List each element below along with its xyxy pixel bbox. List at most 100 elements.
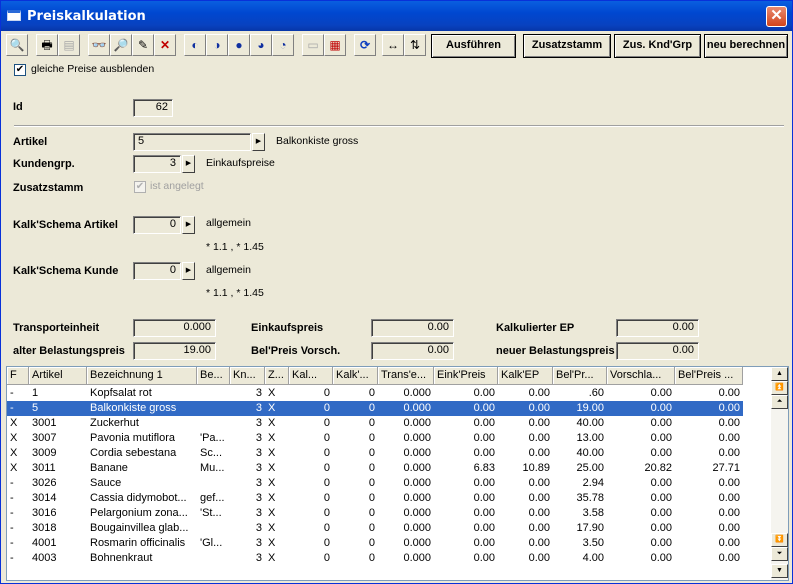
grid-header-cell[interactable]: Z... [265, 367, 289, 385]
artikel-lookup-arrow-icon[interactable]: ▶ [252, 133, 265, 151]
table-cell: X [268, 447, 276, 459]
grid-header-cell[interactable]: Kalk'EP [498, 367, 553, 385]
scroll-page-down-icon[interactable]: ⏬ [771, 533, 788, 547]
recalculate-button[interactable]: neu berechnen [704, 34, 788, 58]
alter-belastungspreis-field[interactable]: 19.00 [133, 342, 216, 360]
grid-header-cell[interactable]: Artikel [29, 367, 87, 385]
grid-header-cell[interactable]: Eink'Preis [434, 367, 498, 385]
kalk-schema-artikel-field[interactable]: 0 [133, 216, 181, 234]
table-cell: 3 [255, 507, 262, 519]
transporteinheit-field[interactable]: 0.000 [133, 319, 216, 337]
grid-header-cell[interactable]: Bel'Preis ... [675, 367, 743, 385]
table-cell: 0.00 [528, 432, 550, 444]
grid-header-cell[interactable]: Trans'e... [378, 367, 434, 385]
table-row[interactable]: X 3001 Zuckerhut 3 X 0 0 0.000 0.00 0.00 40.00 0.00… [7, 416, 743, 431]
print-icon[interactable]: 🖶 [36, 34, 58, 56]
sort-1-icon[interactable]: ◐ [184, 34, 206, 56]
grid-header-cell[interactable]: Kal... [289, 367, 333, 385]
table-cell: 0.00 [528, 552, 550, 564]
scroll-top-icon[interactable]: ⏶ [771, 395, 788, 409]
find-next-icon[interactable]: 🔎 [110, 34, 132, 56]
id-field[interactable]: 62 [133, 99, 173, 117]
table-cell: 0 [368, 477, 375, 489]
table-row[interactable]: - 1 Kopfsalat rot 3 X 0 0 0.000 0.00 0.00 .60 0.00 0… [7, 386, 743, 401]
table-cell: 0.00 [528, 507, 550, 519]
table-cell: 3 [255, 387, 262, 399]
close-button[interactable]: ✕ [766, 6, 787, 27]
refresh-icon[interactable]: ⟳ [354, 34, 376, 56]
belpreis-vorschlag-field[interactable]: 0.00 [371, 342, 454, 360]
price-grid[interactable]: F Artikel Bezeichnung 1 Be... Kn... Z... Kal..… [6, 366, 789, 581]
grid-header-cell[interactable]: Vorschla... [607, 367, 675, 385]
table-cell: gef... [200, 492, 225, 504]
table-row[interactable]: - 3026 Sauce 3 X 0 0 0.000 0.00 0.00 2.94 0.00 0.00 [7, 476, 743, 491]
table-cell: 4001 [32, 537, 57, 549]
grid-header-cell[interactable]: Kn... [230, 367, 265, 385]
sort-2-icon[interactable]: ◑ [206, 34, 228, 56]
table-cell: 0.00 [473, 537, 495, 549]
table-cell: X [268, 492, 276, 504]
search-icon[interactable]: 🔍 [6, 34, 28, 56]
artikel-field[interactable]: 5 [133, 133, 251, 151]
grid-header-cell[interactable]: Kalk'... [333, 367, 378, 385]
table-cell: 0.000 [403, 507, 431, 519]
zus-knd-grp-button[interactable]: Zus. Knd'Grp [614, 34, 701, 58]
table-row[interactable]: X 3007 Pavonia mutiflora 'Pa... 3 X 0 0 0.000 0.0… [7, 431, 743, 446]
grid-settings-icon[interactable]: ⇅ [404, 34, 426, 56]
table-cell: 3 [255, 552, 262, 564]
scroll-down-icon[interactable]: ▼ [771, 564, 788, 578]
table-row[interactable]: - 3014 Cassia didymobot... gef... 3 X 0 0 0.000 0… [7, 491, 743, 506]
table-cell: 0 [323, 447, 330, 459]
kundengrp-lookup-arrow-icon[interactable]: ▶ [182, 155, 195, 173]
kundengrp-field[interactable]: 3 [133, 155, 181, 173]
edit-icon[interactable]: ✎ [132, 34, 154, 56]
table-cell: - [10, 507, 14, 519]
kalk-schema-kunde-arrow-icon[interactable]: ▶ [182, 262, 195, 280]
neuer-belastungspreis-field[interactable]: 0.00 [616, 342, 699, 360]
table-row[interactable]: - 3018 Bougainvillea glab... 3 X 0 0 0.000 0.00 0… [7, 521, 743, 536]
kundengrp-label: Kundengrp. [13, 158, 75, 170]
scroll-page-up-icon[interactable]: ⏫ [771, 381, 788, 395]
new-record-icon[interactable]: ▭ [302, 34, 324, 56]
table-row[interactable]: X 3009 Cordia sebestana Sc... 3 X 0 0 0.000 0.00 0… [7, 446, 743, 461]
vertical-scrollbar[interactable]: ▲ ⏫ ⏶ ⏬ ⏷ ▼ [771, 367, 788, 580]
table-cell: 17.90 [576, 522, 604, 534]
kalk-schema-kunde-field[interactable]: 0 [133, 262, 181, 280]
title-bar[interactable]: Preiskalkulation ✕ [1, 1, 792, 31]
delete-icon[interactable]: ✕ [154, 34, 176, 56]
table-cell: 0.00 [718, 477, 740, 489]
table-cell: X [268, 402, 276, 414]
table-row[interactable]: X 3011 Banane Mu... 3 X 0 0 0.000 6.83 10.89 25.00 2… [7, 461, 743, 476]
kalk-schema-kunde-label: Kalk'Schema Kunde [13, 265, 119, 277]
table-cell: Rosmarin officinalis [90, 537, 186, 549]
scroll-up-icon[interactable]: ▲ [771, 367, 788, 381]
sort-5-icon[interactable]: ◔ [272, 34, 294, 56]
table-cell: 0.00 [650, 522, 672, 534]
kalkulierter-ep-field[interactable]: 0.00 [616, 319, 699, 337]
sort-3-icon[interactable]: ● [228, 34, 250, 56]
einkaufspreis-field[interactable]: 0.00 [371, 319, 454, 337]
scroll-bottom-icon[interactable]: ⏷ [771, 547, 788, 561]
print-preview-icon[interactable]: ▤ [58, 34, 80, 56]
kalk-schema-artikel-arrow-icon[interactable]: ▶ [182, 216, 195, 234]
table-cell: - [10, 492, 14, 504]
binoculars-icon[interactable]: 👓 [88, 34, 110, 56]
execute-button[interactable]: Ausführen [431, 34, 516, 58]
delete-record-icon[interactable]: ▦ [324, 34, 346, 56]
table-row[interactable]: - 3016 Pelargonium zona... 'St... 3 X 0 0 0.000 0… [7, 506, 743, 521]
table-row[interactable]: - 4003 Bohnenkraut 3 X 0 0 0.000 0.00 0.00 4.00 0.0… [7, 551, 743, 566]
grid-header-cell[interactable]: Bel'Pr... [553, 367, 607, 385]
grid-header-cell[interactable]: F [7, 367, 29, 385]
zusatzstamm-label: Zusatzstamm [13, 182, 84, 194]
fit-width-icon[interactable]: ↔ [382, 34, 404, 56]
sort-4-icon[interactable]: ◕ [250, 34, 272, 56]
grid-header-cell[interactable]: Be... [197, 367, 230, 385]
hide-same-prices-checkbox[interactable]: ✔ [14, 64, 26, 76]
table-row[interactable]: - 5 Balkonkiste gross 3 X 0 0 0.000 0.00 0.00 19.0… [7, 400, 744, 417]
zusatzstamm-checkbox: ✔ [134, 181, 146, 193]
zusatzstamm-button[interactable]: Zusatzstamm [523, 34, 611, 58]
form-separator [14, 125, 784, 127]
grid-header-cell[interactable]: Bezeichnung 1 [87, 367, 197, 385]
table-row[interactable]: -4001 Rosmarin officinalis 'Gl... 3 X 0 0 0.000… [7, 536, 743, 551]
table-cell [197, 401, 230, 416]
